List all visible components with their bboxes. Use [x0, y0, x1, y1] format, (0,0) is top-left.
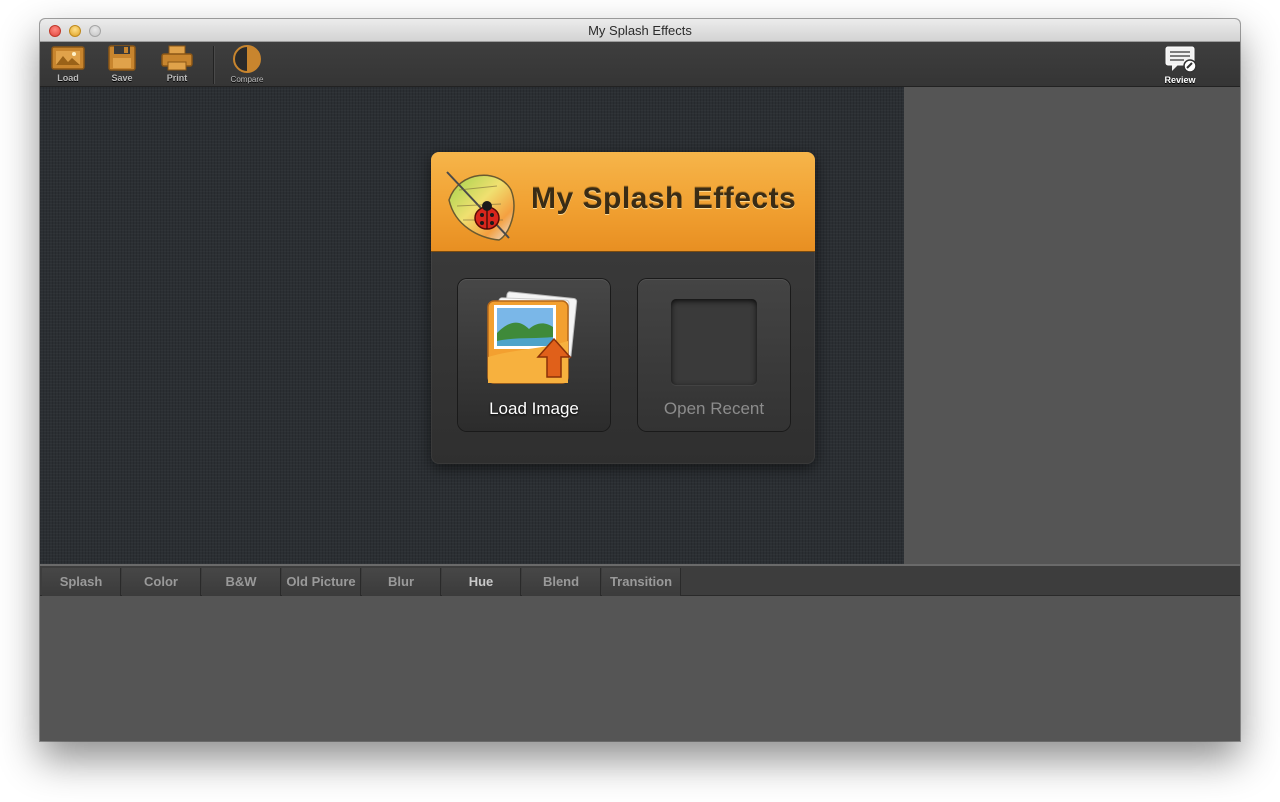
welcome-header: My Splash Effects — [431, 152, 815, 252]
compare-button[interactable]: Compare — [225, 44, 269, 86]
tab-hue[interactable]: Hue — [442, 568, 521, 596]
toolbar: Load Save Print Compare Review — [40, 42, 1240, 87]
tab-bw[interactable]: B&W — [202, 568, 281, 596]
recent-image-placeholder — [671, 299, 757, 385]
effects-tab-bar: Splash Color B&W Old Picture Blur Hue Bl… — [40, 564, 1240, 596]
load-label: Load — [57, 73, 79, 83]
preview-panel — [904, 87, 1240, 564]
load-icon — [51, 46, 85, 70]
welcome-panel: My Splash Effects Load Image Open Recent — [431, 152, 815, 464]
save-label: Save — [111, 73, 133, 83]
window-title: My Splash Effects — [588, 23, 692, 38]
toolbar-separator — [213, 46, 214, 84]
open-recent-label: Open Recent — [663, 399, 765, 418]
print-icon — [161, 45, 193, 71]
print-label: Print — [166, 73, 188, 83]
save-button[interactable]: Save — [100, 44, 144, 86]
title-bar: My Splash Effects — [40, 19, 1240, 42]
load-button[interactable]: Load — [46, 44, 90, 86]
tab-old-picture[interactable]: Old Picture — [282, 568, 361, 596]
tab-splash[interactable]: Splash — [42, 568, 121, 596]
tab-blur[interactable]: Blur — [362, 568, 441, 596]
review-icon — [1165, 46, 1197, 73]
review-label: Review — [1164, 75, 1196, 85]
tab-transition[interactable]: Transition — [602, 568, 681, 596]
tab-color[interactable]: Color — [122, 568, 201, 596]
load-image-label: Load Image — [489, 399, 579, 418]
print-button[interactable]: Print — [155, 44, 199, 86]
leaf-ladybug-logo — [446, 171, 515, 241]
load-image-button[interactable]: Load Image — [458, 279, 610, 431]
compare-icon — [233, 45, 261, 73]
effects-panel — [40, 596, 1240, 741]
tab-blend[interactable]: Blend — [522, 568, 601, 596]
welcome-title: My Splash Effects — [531, 182, 797, 215]
image-canvas[interactable]: My Splash Effects Load Image Open Recent — [40, 87, 904, 564]
compare-label: Compare — [230, 75, 264, 84]
open-recent-button[interactable]: Open Recent — [638, 279, 790, 431]
app-window: My Splash Effects Load Save Print Compar… — [40, 19, 1240, 741]
photo-upload-icon — [487, 291, 578, 384]
review-button[interactable]: Review — [1158, 44, 1202, 86]
save-icon — [108, 45, 136, 71]
